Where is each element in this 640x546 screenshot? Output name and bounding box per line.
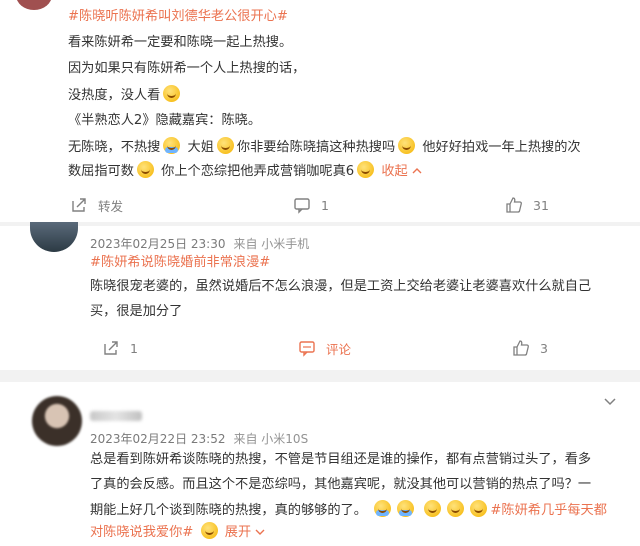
- comment-line-1: 总是看到陈妍希谈陈晓的热搜，不管是节目组还是谁的操作，都有点营销过头了，看多: [90, 452, 592, 467]
- comment-label: 评论: [326, 341, 352, 357]
- comment-timestamp: 2023年02月25日 23:30: [90, 237, 226, 251]
- laugh-emoji-icon: [200, 522, 218, 539]
- comment-action-bar: 1 评论 3: [0, 334, 640, 362]
- laugh-emoji-icon: [424, 500, 442, 517]
- like-count: 3: [540, 340, 548, 356]
- like-button[interactable]: 31: [505, 191, 549, 219]
- post-line-6: 数屈指可数 你上个恋综把他弄成营销咖呢真6 收起: [68, 161, 422, 182]
- laugh-emoji-icon: [447, 500, 465, 517]
- post-line-3-text: 没热度，没人看: [68, 88, 161, 103]
- like-count: 31: [533, 197, 549, 213]
- comment-count: 1: [321, 197, 329, 213]
- expand-link[interactable]: 展开: [225, 525, 266, 540]
- comment-line-2: 了真的会反感。而且这个不是恋综吗，其他嘉宾呢，就没其他可以营销的热点了吗？一: [90, 477, 592, 492]
- facepalm-emoji-icon: [374, 500, 392, 517]
- comment-line-1: 陈晓很宠老婆的，虽然说婚后不怎么浪漫，但是工资上交给老婆让老婆喜欢什么就自己: [90, 279, 592, 294]
- chevron-up-icon: [412, 168, 422, 174]
- post-text-seg: 大姐: [187, 140, 214, 155]
- comment-line-2: 买，很是加分了: [90, 304, 183, 319]
- chevron-down-icon: [255, 529, 265, 535]
- post-line-1: 看来陈妍希一定要和陈晓一起上热搜。: [68, 35, 293, 50]
- post-line-5: 无陈晓，不热搜 大姐 你非要给陈晓搞这种热搜吗 他好好拍戏一年上热搜的次: [68, 137, 581, 158]
- comment-button[interactable]: 1: [293, 191, 329, 219]
- comment-source: 来自 小米手机: [233, 237, 310, 251]
- post-text-seg: 你非要给陈晓搞这种热搜吗: [236, 140, 396, 155]
- avatar[interactable]: [32, 396, 82, 446]
- like-icon: [506, 197, 522, 213]
- share-button[interactable]: 1: [102, 334, 138, 362]
- comment-card: 2023年02月22日 23:52 来自 小米10S 总是看到陈妍希谈陈晓的热搜，…: [0, 382, 640, 546]
- post-card: #陈晓听陈妍希叫刘德华老公很开心# 看来陈妍希一定要和陈晓一起上热搜。 因为如果…: [0, 0, 640, 222]
- comment-line-3: 期能上好几个谈到陈晓的热搜，真的够够的了。 #陈妍希几乎每天都: [90, 500, 607, 521]
- post-line-2: 因为如果只有陈妍希一个人上热搜的话，: [68, 61, 306, 76]
- comment-line-4: 对陈晓说我爱你# 展开: [90, 522, 265, 543]
- post-text-seg: 无陈晓，不热搜: [68, 140, 161, 155]
- laugh-emoji-icon: [136, 161, 154, 178]
- comment-source: 来自 小米10S: [233, 432, 309, 446]
- comment-icon: [299, 341, 315, 357]
- post-text-seg: 数屈指可数: [68, 164, 134, 179]
- comment-button[interactable]: 评论: [298, 334, 351, 362]
- post-line-3: 没热度，没人看: [68, 85, 183, 106]
- comment-hashtag[interactable]: #陈妍希说陈晓婚前非常浪漫#: [90, 253, 270, 273]
- share-icon: [104, 341, 118, 355]
- comment-card: 2023年02月25日 23:30 来自 小米手机 #陈妍希说陈晓婚前非常浪漫# …: [0, 222, 640, 370]
- facepalm-emoji-icon: [397, 500, 415, 517]
- facepalm-emoji-icon: [163, 137, 181, 154]
- laugh-emoji-icon: [398, 137, 416, 154]
- comment-hashtag[interactable]: #陈妍希几乎每天都: [490, 503, 607, 518]
- share-count: 1: [130, 340, 138, 356]
- collapse-link[interactable]: 收起: [381, 164, 422, 179]
- thinking-emoji-icon: [163, 85, 181, 102]
- comment-meta: 2023年02月22日 23:52 来自 小米10S: [90, 430, 308, 447]
- like-button[interactable]: 3: [512, 334, 548, 362]
- post-action-bar: 转发 1 31: [0, 191, 640, 219]
- post-hashtag[interactable]: #陈晓听陈妍希叫刘德华老公很开心#: [68, 7, 288, 27]
- post-line-4: 《半熟恋人2》隐藏嘉宾：陈晓。: [68, 113, 262, 128]
- chevron-down-icon[interactable]: [603, 397, 617, 407]
- separator: [0, 370, 640, 382]
- laugh-emoji-icon: [470, 500, 488, 517]
- comment-hashtag[interactable]: 对陈晓说我爱你#: [90, 525, 193, 540]
- like-icon: [513, 340, 529, 356]
- share-button[interactable]: 转发: [70, 191, 123, 219]
- laugh-emoji-icon: [216, 137, 234, 154]
- comment-text-seg: 期能上好几个谈到陈晓的热搜，真的够够的了。: [90, 503, 367, 518]
- avatar[interactable]: [16, 0, 52, 10]
- post-text-seg: 他好好拍戏一年上热搜的次: [422, 140, 581, 155]
- avatar[interactable]: [30, 222, 78, 252]
- post-text-seg: 你上个恋综把他弄成营销咖呢真6: [161, 164, 355, 179]
- share-icon: [72, 198, 86, 212]
- comment-meta: 2023年02月25日 23:30 来自 小米手机: [90, 235, 309, 252]
- share-label: 转发: [98, 198, 124, 214]
- laugh-emoji-icon: [357, 161, 375, 178]
- username-blurred[interactable]: [90, 411, 142, 421]
- comment-icon: [294, 198, 310, 214]
- comment-timestamp: 2023年02月22日 23:52: [90, 432, 226, 446]
